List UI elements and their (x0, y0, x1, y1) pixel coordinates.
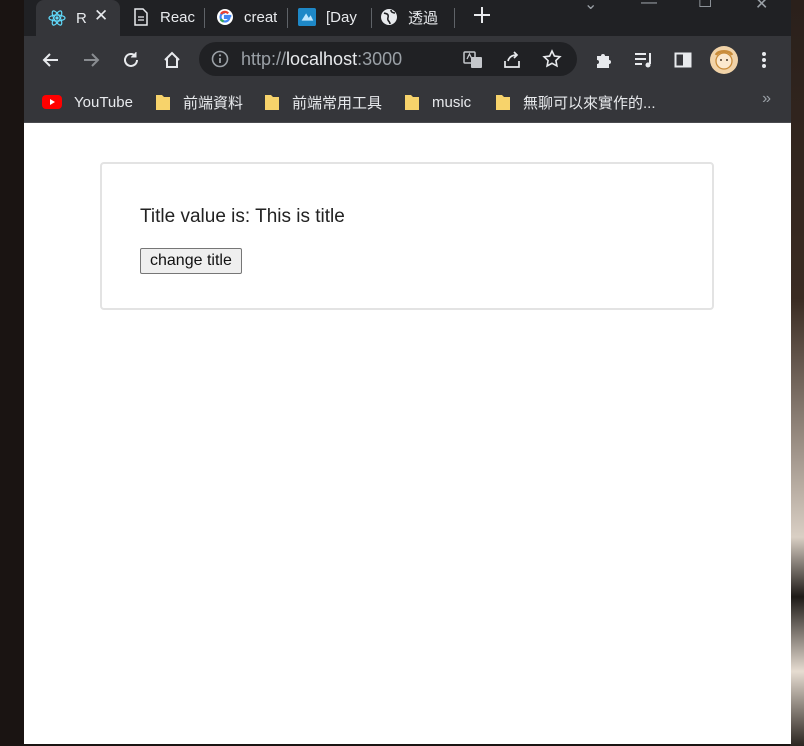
globe-icon (380, 8, 398, 26)
tab-title: creat (244, 8, 278, 26)
back-arrow-icon (42, 53, 58, 67)
tab-react-docs[interactable]: Reac (120, 0, 196, 34)
new-tab-button[interactable] (471, 4, 493, 31)
address-bar[interactable]: http://localhost:3000 (199, 42, 577, 76)
bookmark-label: 前端常用工具 (292, 94, 383, 112)
puzzle-icon (597, 54, 611, 68)
bookmark-label: 前端資料 (183, 94, 244, 112)
plus-icon (474, 7, 490, 23)
browser-window: R ✕ Reac creat [Day 透過 ⌄ — ☐ ✕ http://lo… (24, 0, 791, 744)
react-icon (48, 9, 66, 27)
bookmark-folder-frontend-tools[interactable]: 前端常用工具 (264, 92, 382, 112)
reload-button[interactable] (119, 48, 143, 72)
media-queue-icon (635, 53, 651, 68)
folder-icon (404, 93, 420, 111)
page-content: Title value is: This is title change tit… (24, 123, 791, 744)
tab-title: 透過 (408, 9, 439, 27)
media-control-button[interactable] (632, 48, 656, 72)
tab-strip: R ✕ Reac creat [Day 透過 ⌄ — ☐ ✕ (24, 0, 791, 36)
url-host: localhost (286, 49, 358, 69)
tab-title: [Day (326, 8, 357, 26)
bookmark-label: music (432, 93, 472, 111)
document-icon (132, 8, 150, 26)
close-window-button[interactable]: ✕ (755, 0, 768, 14)
google-icon (216, 8, 234, 26)
title-value-text: Title value is: This is title (140, 206, 345, 227)
maximize-button[interactable]: ☐ (698, 0, 712, 12)
side-panel-icon (674, 52, 692, 68)
forward-arrow-icon (84, 53, 100, 67)
tab-title: R (76, 9, 87, 27)
reload-icon (124, 52, 138, 67)
info-icon[interactable] (211, 50, 229, 73)
browser-toolbar: http://localhost:3000 (24, 36, 791, 84)
tab-ithome[interactable]: [Day (286, 0, 366, 34)
menu-button[interactable] (752, 48, 776, 72)
bookmark-youtube[interactable]: YouTube (42, 92, 133, 112)
change-title-button[interactable]: change title (140, 248, 242, 274)
content-card: Title value is: This is title change tit… (100, 162, 714, 310)
url-scheme: http:// (241, 49, 287, 69)
bookmark-folder-fun-projects[interactable]: 無聊可以來實作的... (495, 92, 656, 112)
forward-button[interactable] (79, 48, 103, 72)
bookmark-folder-frontend-data[interactable]: 前端資料 (155, 92, 243, 112)
youtube-icon (42, 95, 62, 109)
translate-icon[interactable] (463, 50, 483, 75)
tab-google-search[interactable]: creat (204, 0, 282, 34)
bookmark-label: 無聊可以來實作的... (523, 94, 656, 112)
bookmark-star-icon[interactable] (542, 49, 562, 74)
side-panel-button[interactable] (671, 48, 695, 72)
profile-avatar[interactable] (710, 46, 738, 74)
tab-title: Reac (160, 8, 196, 26)
kebab-menu-icon (762, 52, 766, 68)
folder-icon (155, 93, 171, 111)
minimize-button[interactable]: — (641, 0, 657, 12)
more-bookmarks-button[interactable]: » (762, 90, 771, 108)
back-button[interactable] (39, 48, 63, 72)
home-icon (164, 51, 180, 68)
url-port: :3000 (357, 49, 403, 69)
tab-react-app[interactable]: R ✕ (36, 0, 120, 36)
close-tab-icon[interactable]: ✕ (94, 6, 108, 26)
ithome-icon (298, 8, 316, 26)
folder-icon (495, 93, 511, 111)
tab-globe[interactable]: 透過 (368, 0, 448, 34)
tab-search-icon[interactable]: ⌄ (584, 0, 597, 14)
bookmarks-bar: YouTube 前端資料 前端常用工具 music 無聊可以來實作的... » (24, 84, 791, 123)
bookmark-folder-music[interactable]: music (404, 92, 471, 112)
folder-icon (264, 93, 280, 111)
home-button[interactable] (160, 48, 184, 72)
extensions-button[interactable] (592, 48, 616, 72)
desktop-background (790, 0, 804, 746)
bookmark-label: YouTube (74, 93, 133, 111)
share-icon[interactable] (502, 50, 522, 75)
url-text[interactable]: http://localhost:3000 (241, 49, 402, 70)
